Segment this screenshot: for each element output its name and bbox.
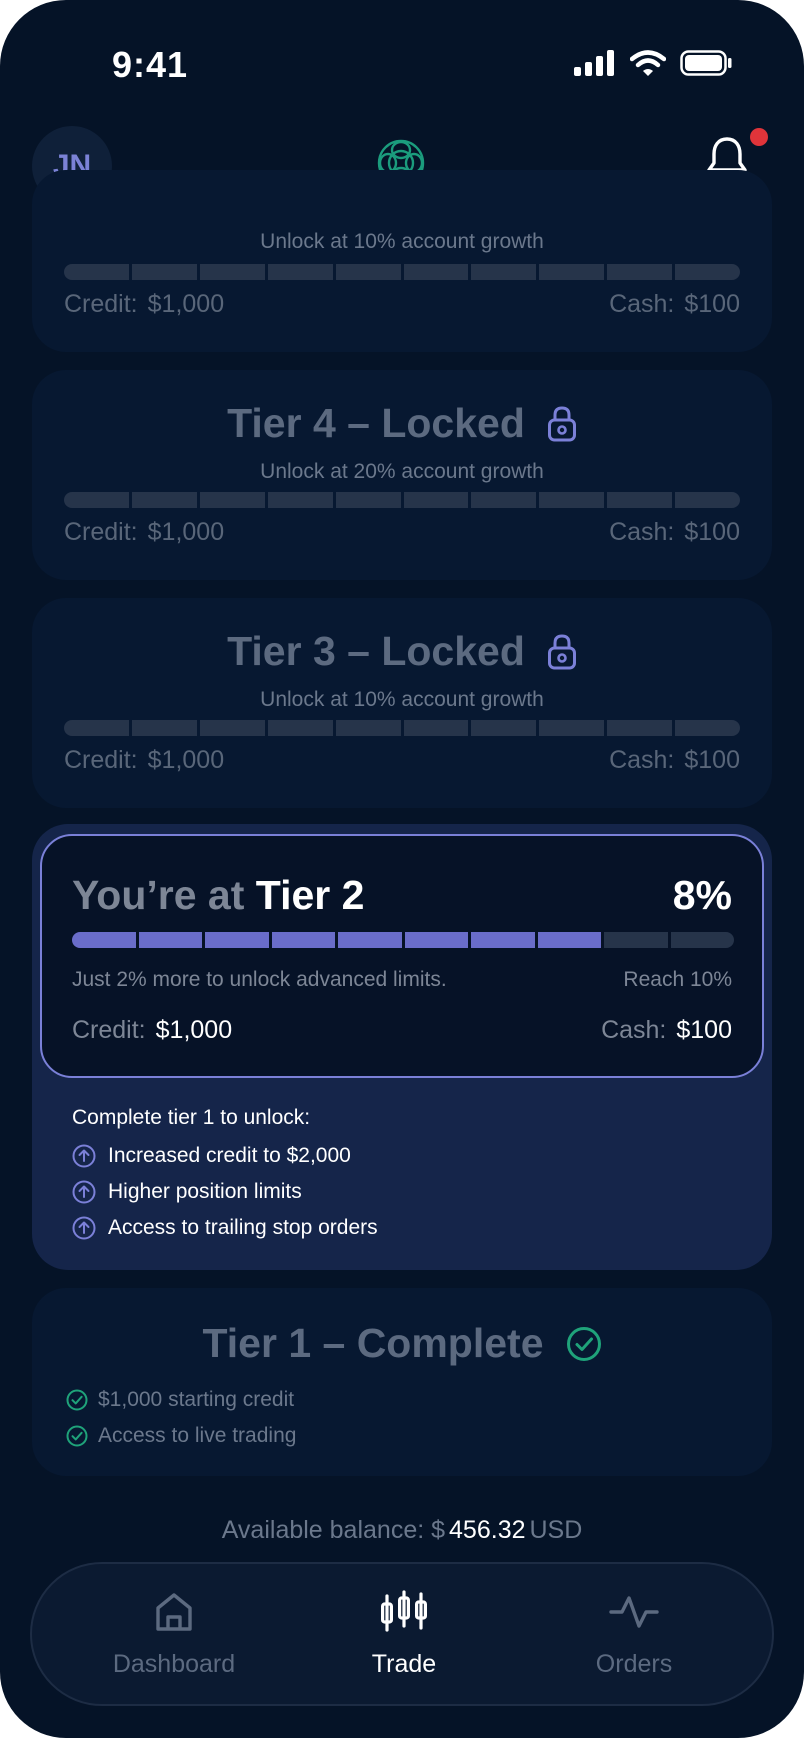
arrow-up-circle-icon xyxy=(72,1180,96,1204)
tier1-benefit: Access to live trading xyxy=(66,1418,296,1454)
tier1-benefit: $1,000 starting credit xyxy=(66,1382,296,1418)
tier1-benefit-label: Access to live trading xyxy=(98,1424,297,1447)
current-tier-percent: 8% xyxy=(672,872,732,918)
current-tier-progress-bar xyxy=(72,932,734,948)
current-tier-name: Tier 2 xyxy=(255,872,365,918)
tier1-benefit-label: $1,000 starting credit xyxy=(98,1388,295,1411)
activity-icon xyxy=(609,1596,659,1628)
nav-label: Trade xyxy=(371,1650,437,1678)
nav-dashboard[interactable]: Dashboard xyxy=(74,1586,274,1679)
tier4-progress-bar xyxy=(64,492,740,508)
unlock-list: Increased credit to $2,000 Higher positi… xyxy=(72,1138,378,1246)
tier3-title: Tier 3 – Locked xyxy=(227,628,525,674)
unlock-item: Access to trailing stop orders xyxy=(72,1210,378,1246)
tier3-limits: Credit: $1,000 Cash: $100 xyxy=(64,746,740,775)
unlock-item-label: Access to trailing stop orders xyxy=(108,1216,378,1239)
balance-currency: USD xyxy=(529,1516,583,1544)
arrow-up-circle-icon xyxy=(72,1216,96,1240)
phone-screen: 9:41 JN Unlock at 10% account growth Cre… xyxy=(0,0,804,1738)
tier5-subtitle: Unlock at 10% account growth xyxy=(260,230,544,253)
tier1-benefits: $1,000 starting credit Access to live tr… xyxy=(66,1382,296,1454)
current-tier-message: Just 2% more to unlock advanced limits. xyxy=(72,968,447,991)
check-circle-icon xyxy=(566,1326,601,1361)
balance-label: Available balance: xyxy=(221,1516,425,1544)
tier4-title: Tier 4 – Locked xyxy=(227,400,525,446)
unlock-item-label: Higher position limits xyxy=(108,1180,302,1203)
balance-amount: 456.32 xyxy=(449,1516,526,1544)
cash-value: $100 xyxy=(684,290,740,318)
credit-value: $1,000 xyxy=(155,1016,233,1044)
credit-value: $1,000 xyxy=(147,518,225,546)
tier3-progress-bar xyxy=(64,720,740,736)
cash-label: Cash: xyxy=(609,518,675,546)
status-icons xyxy=(574,50,732,76)
check-circle-icon xyxy=(66,1425,88,1447)
lock-icon xyxy=(547,633,576,669)
wifi-icon xyxy=(630,50,666,76)
unlock-heading: Complete tier 1 to unlock: xyxy=(72,1106,311,1129)
cash-label: Cash: xyxy=(601,1016,667,1044)
balance-currency-symbol: $ xyxy=(431,1516,446,1544)
cash-value: $100 xyxy=(684,518,740,546)
candlestick-icon xyxy=(381,1590,427,1632)
current-tier-card[interactable]: You’re at Tier 2 8% Just 2% more to unlo… xyxy=(40,834,764,1078)
cash-label: Cash: xyxy=(609,746,675,774)
bottom-nav: Dashboard Trade Orders xyxy=(30,1562,774,1706)
battery-icon xyxy=(680,50,732,76)
tier5-card[interactable]: Unlock at 10% account growth Credit: $1,0… xyxy=(32,170,772,352)
tier4-subtitle: Unlock at 20% account growth xyxy=(260,460,544,483)
home-icon xyxy=(156,1593,192,1631)
current-tier-reach: Reach 10% xyxy=(623,968,732,991)
credit-label: Credit: xyxy=(64,518,138,546)
nav-label: Orders xyxy=(595,1650,673,1678)
current-tier-prefix: You’re at xyxy=(72,872,245,918)
arrow-up-circle-icon xyxy=(72,1144,96,1168)
available-balance: Available balance: $456.32 USD xyxy=(0,1516,804,1545)
check-circle-icon xyxy=(66,1389,88,1411)
tier5-progress-bar xyxy=(64,264,740,280)
status-time: 9:41 xyxy=(112,44,189,85)
tier4-card[interactable]: Tier 4 – Locked Unlock at 20% account gr… xyxy=(32,370,772,580)
unlock-item-label: Increased credit to $2,000 xyxy=(108,1144,351,1167)
tier3-card[interactable]: Tier 3 – Locked Unlock at 10% account gr… xyxy=(32,598,772,808)
credit-label: Credit: xyxy=(64,290,138,318)
current-tier-limits: Credit: $1,000 Cash: $100 xyxy=(72,1016,732,1045)
unlock-item: Increased credit to $2,000 xyxy=(72,1138,378,1174)
tier1-title: Tier 1 – Complete xyxy=(202,1320,544,1366)
tier3-subtitle: Unlock at 10% account growth xyxy=(260,688,544,711)
nav-orders[interactable]: Orders xyxy=(534,1586,734,1679)
tier4-limits: Credit: $1,000 Cash: $100 xyxy=(64,518,740,547)
credit-value: $1,000 xyxy=(147,746,225,774)
cash-label: Cash: xyxy=(609,290,675,318)
tier3-title-row: Tier 3 – Locked xyxy=(32,628,772,675)
nav-trade[interactable]: Trade xyxy=(304,1586,504,1679)
tier1-card[interactable]: Tier 1 – Complete $1,000 starting credit… xyxy=(32,1288,772,1476)
current-tier-title: You’re at Tier 2 xyxy=(72,872,364,919)
lock-icon xyxy=(547,405,576,441)
credit-value: $1,000 xyxy=(147,290,225,318)
credit-label: Credit: xyxy=(72,1016,146,1044)
unlock-item: Higher position limits xyxy=(72,1174,378,1210)
cash-value: $100 xyxy=(684,746,740,774)
nav-label: Dashboard xyxy=(112,1650,236,1678)
cash-value: $100 xyxy=(676,1016,732,1044)
tier1-title-row: Tier 1 – Complete xyxy=(32,1320,772,1367)
credit-label: Credit: xyxy=(64,746,138,774)
tier4-title-row: Tier 4 – Locked xyxy=(32,400,772,447)
signal-icon xyxy=(574,50,614,76)
notification-badge xyxy=(750,128,768,146)
tier5-limits: Credit: $1,000 Cash: $100 xyxy=(64,290,740,319)
